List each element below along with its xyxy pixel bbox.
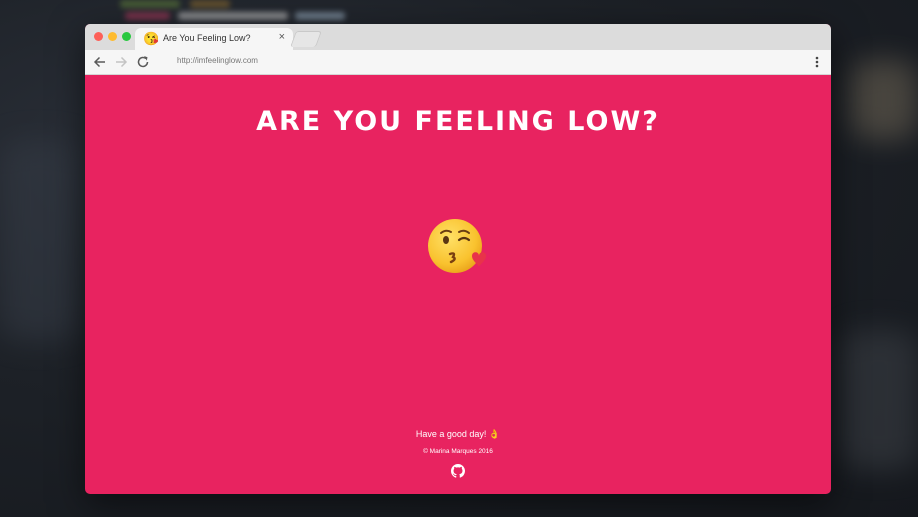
- back-button[interactable]: [91, 53, 109, 71]
- page-content: ARE YOU FEELING LOW? Have a good day! 👌 …: [85, 75, 831, 494]
- face-blowing-a-kiss-icon: [428, 219, 486, 273]
- background-blur-shape: [850, 60, 918, 140]
- tab-strip: 😘 Are You Feeling Low? ×: [85, 24, 831, 50]
- github-link[interactable]: [451, 464, 465, 478]
- page-title: ARE YOU FEELING LOW?: [256, 106, 660, 137]
- tab-title: Are You Feeling Low?: [163, 33, 251, 43]
- browser-window: 😘 Are You Feeling Low? × http://imfeelin…: [85, 24, 831, 494]
- maximize-window-button[interactable]: [122, 32, 131, 41]
- new-tab-button[interactable]: [290, 31, 322, 47]
- browser-tab[interactable]: 😘 Are You Feeling Low? ×: [135, 28, 293, 50]
- tab-close-icon[interactable]: ×: [279, 31, 285, 43]
- browser-toolbar: http://imfeelinglow.com: [85, 50, 831, 75]
- browser-menu-button[interactable]: [813, 53, 821, 71]
- address-bar[interactable]: http://imfeelinglow.com: [177, 56, 258, 65]
- close-window-button[interactable]: [94, 32, 103, 41]
- github-icon: [451, 464, 465, 478]
- arrow-left-icon: [93, 56, 105, 68]
- background-blur-shape: [0, 140, 80, 340]
- emoji-display[interactable]: [426, 216, 488, 278]
- reload-icon: [137, 56, 149, 68]
- copyright-text: © Marina Marques 2016: [423, 448, 493, 455]
- kebab-menu-icon: [815, 56, 819, 68]
- footer-message: Have a good day! 👌: [415, 429, 501, 439]
- background-blur-shape: [840, 330, 918, 470]
- minimize-window-button[interactable]: [108, 32, 117, 41]
- forward-button[interactable]: [112, 53, 130, 71]
- tab-favicon-icon: 😘: [143, 31, 160, 46]
- reload-button[interactable]: [134, 53, 152, 71]
- arrow-right-icon: [116, 56, 128, 68]
